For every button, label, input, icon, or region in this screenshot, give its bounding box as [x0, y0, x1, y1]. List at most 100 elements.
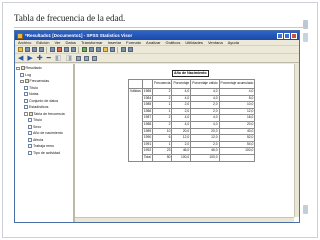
window-title: *Resultado1 [Documento1] - SPSS Statisti… — [25, 33, 133, 38]
designate-window-icon[interactable] — [128, 47, 133, 52]
tree-item-label: Afecta — [33, 137, 44, 142]
category-cell: 1991 — [141, 140, 154, 149]
menu-ver[interactable]: Ver — [54, 40, 60, 45]
main-toolbar — [15, 46, 299, 54]
frecuencia-cell: 2 — [152, 120, 173, 129]
category-cell: 1987 — [141, 114, 154, 122]
recall-dialog-icon[interactable] — [57, 47, 62, 52]
table-row: 1989 10 20,0 20,0 40,0 — [129, 127, 256, 136]
close-button[interactable] — [291, 32, 297, 39]
menu-ayuda[interactable]: Ayuda — [228, 40, 239, 45]
porcentaje-cell: 100,0 — [171, 153, 192, 162]
menu-transformar[interactable]: Transformar — [81, 40, 103, 45]
tree-item-label: Sexo — [33, 124, 42, 129]
undo-icon[interactable] — [64, 47, 69, 52]
document-icon — [28, 150, 32, 155]
category-cell: 1986 — [141, 107, 154, 116]
menu-analizar[interactable]: Analizar — [146, 40, 160, 45]
menu-utilidades[interactable]: Utilidades — [185, 40, 203, 45]
category-cell: 1989 — [141, 127, 154, 136]
table-body: Válidos 1985 2 4,0 4,0 4,0 1984 2 4,0 4,0 8,0 1985 1… — [128, 88, 256, 162]
tree-item[interactable]: Tipo de actividad — [16, 150, 73, 157]
print-preview-icon[interactable] — [39, 47, 44, 52]
category-cell: 1988 — [141, 120, 154, 129]
tree-item-label: Estadísticos — [29, 105, 49, 110]
porcentaje-acumulado-cell: 10,0 — [218, 101, 256, 109]
porcentaje-valido-cell: 2,0 — [190, 107, 220, 116]
maximize-button[interactable] — [284, 32, 290, 39]
porcentaje-acumulado-cell: 16,0 — [218, 114, 256, 122]
expand-icon[interactable] — [16, 66, 20, 70]
porcentaje-valido-cell: 100,0 — [190, 153, 220, 162]
table-row: Total 50 100,0 100,0 — [129, 153, 256, 162]
tree-item-label: Log — [25, 72, 31, 77]
porcentaje-cell: 2,0 — [171, 101, 192, 109]
select-icon[interactable] — [121, 47, 126, 52]
outline-toolbar: ◀ ▶ ✚ ━ ◧ ◨ — [15, 54, 299, 63]
expand-icon[interactable] — [24, 112, 28, 116]
goto-data-icon[interactable] — [82, 47, 87, 52]
header-blank — [141, 79, 154, 89]
table-row: Válidos 1985 2 4,0 4,0 4,0 — [128, 88, 256, 162]
slide-decoration — [303, 205, 308, 214]
minus-icon[interactable]: ━ — [47, 55, 51, 62]
save-icon[interactable] — [25, 47, 30, 52]
frecuencia-cell: 23 — [152, 147, 173, 155]
menu-ventana[interactable]: Ventana — [208, 40, 223, 45]
minimize-button[interactable] — [277, 32, 283, 39]
document-icon — [28, 131, 32, 136]
tree-item-label: Tabla de frecuencia — [33, 111, 65, 116]
porcentaje-cell: 12,0 — [171, 134, 192, 142]
goto-case-icon[interactable] — [89, 47, 94, 52]
insert-text-icon[interactable] — [92, 55, 98, 61]
toolbar-separator — [78, 46, 79, 53]
porcentaje-acumulado-cell: 100,0 — [218, 147, 256, 155]
toolbar-separator — [46, 46, 47, 53]
document-icon — [24, 98, 28, 103]
frecuencia-cell: 1 — [152, 101, 173, 109]
variables-icon[interactable] — [96, 47, 101, 52]
redo-icon[interactable] — [71, 47, 76, 52]
spss-viewer-window: *Resultado1 [Documento1] - SPSS Statisti… — [14, 30, 300, 223]
find-icon[interactable] — [103, 47, 108, 52]
porcentaje-cell: 2,0 — [171, 140, 192, 149]
insert-title-icon[interactable] — [84, 55, 90, 61]
folder-icon — [24, 79, 29, 84]
frecuencia-cell: 1 — [152, 107, 173, 116]
porcentaje-acumulado-cell: 54,0 — [218, 140, 256, 149]
vertical-scrollbar[interactable] — [294, 64, 299, 217]
menu-graficos[interactable]: Gráficos — [166, 40, 181, 45]
horizontal-scrollbar[interactable] — [75, 217, 294, 222]
menu-edicion[interactable]: Edición — [36, 40, 49, 45]
chart-icon[interactable] — [110, 47, 115, 52]
frecuencia-cell: 10 — [152, 127, 173, 136]
viewer-content: Resultado Log Frecuencias Título Notas Conjun… — [15, 64, 299, 222]
table-row: 1985 1 2,0 2,0 10,0 — [129, 101, 256, 109]
show-icon[interactable]: ◧ — [55, 55, 62, 62]
plus-icon[interactable]: ✚ — [37, 55, 43, 62]
expand-icon[interactable] — [20, 79, 24, 83]
porcentaje-valido-cell: 4,0 — [190, 94, 220, 103]
header-porcentaje-valido: Porcentaje válido — [190, 79, 220, 89]
folder-icon — [28, 111, 33, 116]
frecuencia-cell: 6 — [152, 134, 173, 142]
frequency-table[interactable]: Frecuencia Porcentaje Porcentaje válido … — [128, 79, 256, 162]
menu-insertar[interactable]: Insertar — [108, 40, 122, 45]
menu-archivo[interactable]: Archivo — [18, 40, 31, 45]
header-frecuencia: Frecuencia — [152, 79, 173, 89]
arrow-right-icon[interactable]: ▶ — [27, 55, 32, 62]
header-blank — [128, 79, 143, 89]
print-icon[interactable] — [32, 47, 37, 52]
table-row: 1992 23 46,0 46,0 100,0 — [129, 147, 256, 155]
hide-icon[interactable]: ◨ — [66, 55, 73, 62]
insert-heading-icon[interactable] — [76, 55, 82, 61]
document-icon — [28, 137, 32, 142]
porcentaje-acumulado-cell: 40,0 — [218, 127, 256, 136]
export-icon[interactable] — [50, 47, 55, 52]
menu-datos[interactable]: Datos — [65, 40, 75, 45]
open-icon[interactable] — [18, 47, 23, 52]
pivot-table-title[interactable]: Año de Nacimiento — [172, 70, 209, 77]
menu-formato[interactable]: Formato — [126, 40, 141, 45]
document-icon — [24, 105, 28, 110]
arrow-left-icon[interactable]: ◀ — [18, 55, 23, 62]
